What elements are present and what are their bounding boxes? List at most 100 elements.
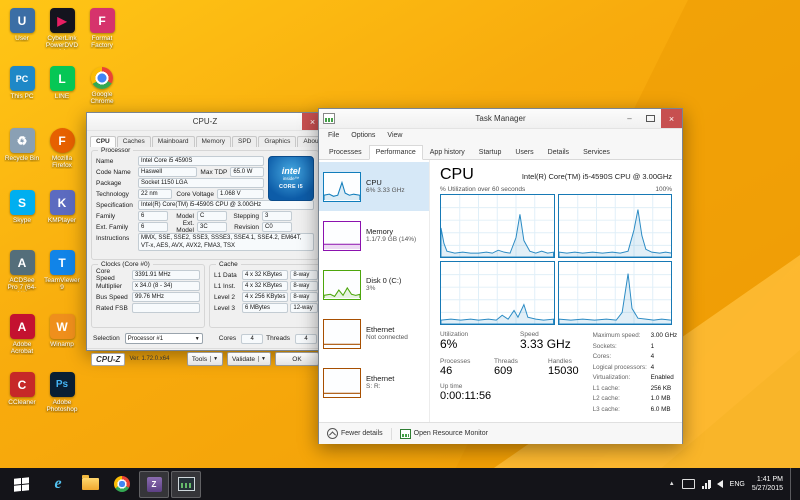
- desktop-icon-acrobat[interactable]: A Adobe Acrobat: [4, 314, 40, 355]
- field-label: L1 Data: [214, 271, 237, 279]
- desktop-icon-firefox[interactable]: F Mozilla Firefox: [44, 128, 80, 169]
- detail-label: Cores:: [592, 353, 612, 360]
- cpuz-tab-spd[interactable]: SPD: [231, 136, 258, 147]
- intel-badge-text: CORE i5: [278, 183, 304, 190]
- tools-button[interactable]: Tools ▼: [186, 352, 224, 366]
- cpuz-tab-graphics[interactable]: Graphics: [258, 136, 297, 147]
- maximize-icon[interactable]: [640, 109, 661, 128]
- tab-performance[interactable]: Performance: [368, 145, 423, 160]
- tab-startup[interactable]: Startup: [472, 145, 509, 160]
- desktop-icon-recycle-bin[interactable]: ♻ Recycle Bin: [4, 128, 40, 162]
- desktop-icon-winamp[interactable]: W Winamp: [44, 314, 80, 348]
- sidebar-memory-label: Memory: [366, 226, 394, 236]
- desktop-icon-line[interactable]: L LINE: [44, 66, 80, 100]
- memory-thumbnail-graph: [323, 220, 361, 251]
- taskbar-chrome-button[interactable]: [107, 471, 137, 498]
- fewer-details-button[interactable]: Fewer details: [327, 428, 383, 439]
- desktop-icon-label: This PC: [10, 93, 34, 100]
- tab-app-history[interactable]: App history: [423, 145, 472, 160]
- open-resource-monitor-label: Open Resource Monitor: [413, 430, 488, 437]
- sidebar-item-cpu[interactable]: CPU 6% 3.33 GHz: [319, 162, 429, 211]
- detail-value: Enabled: [650, 374, 674, 381]
- tab-details[interactable]: Details: [541, 145, 576, 160]
- show-hidden-icons-button[interactable]: ▲: [669, 481, 675, 487]
- uptime-label: Up time: [440, 383, 463, 391]
- processor-group-label: Processor: [98, 147, 134, 154]
- sidebar-item-disk[interactable]: Disk 0 (C:) 3%: [319, 260, 429, 309]
- cpuz-tab-caches[interactable]: Caches: [116, 136, 151, 147]
- core-graph-1: [440, 194, 555, 258]
- menu-view[interactable]: View: [382, 132, 407, 139]
- sidebar-item-memory[interactable]: Memory 1.1/7.9 GB (14%): [319, 211, 429, 260]
- volume-icon[interactable]: [707, 480, 723, 488]
- sidebar-memory-detail: 1.1/7.9 GB (14%): [366, 236, 417, 244]
- core-graph-2: [557, 194, 672, 258]
- desktop-icon-format-factory[interactable]: F Format Factory: [84, 8, 120, 49]
- taskbar-taskmgr-button[interactable]: [171, 470, 201, 498]
- taskbar-explorer-button[interactable]: [75, 471, 105, 498]
- cpuz-logo: CPU-Z: [91, 352, 126, 366]
- clock[interactable]: 1:41 PM 5/27/2015: [752, 475, 783, 493]
- taskmgr-titlebar[interactable]: Task Manager – ×: [319, 109, 682, 129]
- language-indicator[interactable]: ENG: [730, 481, 745, 488]
- touch-keyboard-icon[interactable]: [681, 479, 695, 489]
- desktop-icon-label: ACDSee Pro 7 (64-bit): [7, 277, 37, 292]
- detail-label: L1 cache:: [592, 384, 620, 392]
- desktop-icon-teamviewer[interactable]: T TeamViewer 9: [44, 250, 80, 291]
- l2-way-field: 8-way: [290, 292, 319, 302]
- menu-file[interactable]: File: [323, 132, 344, 139]
- desktop-icon-ccleaner[interactable]: C CCleaner: [4, 372, 40, 406]
- desktop-icon-kmplayer[interactable]: K KMPlayer: [44, 190, 80, 224]
- desktop-icon-this-pc[interactable]: PC This PC: [4, 66, 40, 100]
- tab-users[interactable]: Users: [508, 145, 540, 160]
- multiplier-field: x 34.0 (8 - 34): [132, 281, 200, 291]
- codename-field: Haswell: [138, 167, 198, 177]
- field-label: Core Speed: [96, 268, 115, 282]
- detail-value: 256 KB: [650, 384, 672, 392]
- task-manager-icon: [323, 113, 335, 124]
- desktop-icon-powerdvd[interactable]: ▶ CyberLink PowerDVD 14: [44, 8, 80, 50]
- cpuz-tab-memory[interactable]: Memory: [195, 136, 231, 147]
- format-factory-icon: F: [89, 8, 115, 33]
- detail-value: 3.00 GHz: [650, 332, 678, 339]
- l2-field: 4 x 256 KBytes: [242, 292, 289, 302]
- footer-divider: [390, 427, 392, 440]
- desktop-icon-user[interactable]: U User: [4, 8, 40, 42]
- desktop-icon-photoshop[interactable]: Ps Adobe Photoshop: [44, 372, 80, 413]
- sidebar-item-ethernet-2[interactable]: Ethernet S: R:: [319, 358, 429, 407]
- cache-group-label: Cache: [216, 261, 241, 268]
- revision-field: C0: [262, 222, 292, 232]
- threads-label: Threads: [266, 335, 290, 342]
- validate-button[interactable]: Validate ▼: [227, 352, 271, 366]
- close-icon[interactable]: ×: [661, 109, 682, 128]
- desktop-icon-acdsee[interactable]: A ACDSee Pro 7 (64-bit): [4, 250, 40, 292]
- handles-label: Handles: [548, 357, 572, 365]
- desktop-icon-label: Mozilla Firefox: [51, 155, 73, 170]
- utilization-value: 6%: [440, 337, 458, 351]
- desktop-icon-skype[interactable]: S Skype: [4, 190, 40, 224]
- field-label: Level 3: [214, 304, 235, 312]
- ok-button[interactable]: OK: [275, 352, 319, 366]
- desktop-icon-chrome[interactable]: Google Chrome: [84, 66, 120, 105]
- cpuz-titlebar[interactable]: CPU-Z ×: [87, 113, 323, 131]
- tab-processes[interactable]: Processes: [322, 145, 369, 160]
- sidebar-disk-label: Disk 0 (C:): [366, 275, 402, 285]
- cache-group: Cache L1 Data 4 x 32 KBytes 8-way L1 Ins…: [209, 261, 324, 328]
- taskbar-ie-button[interactable]: e: [43, 471, 73, 498]
- sidebar-item-ethernet-1[interactable]: Ethernet Not connected: [319, 309, 429, 358]
- acrobat-icon: A: [9, 314, 35, 339]
- minimize-icon[interactable]: –: [619, 109, 640, 128]
- menu-options[interactable]: Options: [346, 132, 380, 139]
- open-resource-monitor-link[interactable]: Open Resource Monitor: [399, 428, 488, 439]
- bus-speed-field: 99.76 MHz: [132, 292, 200, 302]
- field-label: Instructions: [96, 235, 130, 242]
- tab-services[interactable]: Services: [576, 145, 617, 160]
- fewer-details-label: Fewer details: [341, 430, 383, 437]
- start-button[interactable]: [0, 468, 42, 500]
- show-desktop-button[interactable]: [790, 468, 796, 500]
- cpuz-tab-mainboard[interactable]: Mainboard: [151, 136, 195, 147]
- taskbar-cpuz-button[interactable]: Z: [139, 470, 169, 498]
- processor-select[interactable]: Processor #1 ▼: [124, 333, 203, 344]
- cpuz-tab-cpu[interactable]: CPU: [90, 136, 116, 147]
- windows-logo-icon: [13, 476, 29, 492]
